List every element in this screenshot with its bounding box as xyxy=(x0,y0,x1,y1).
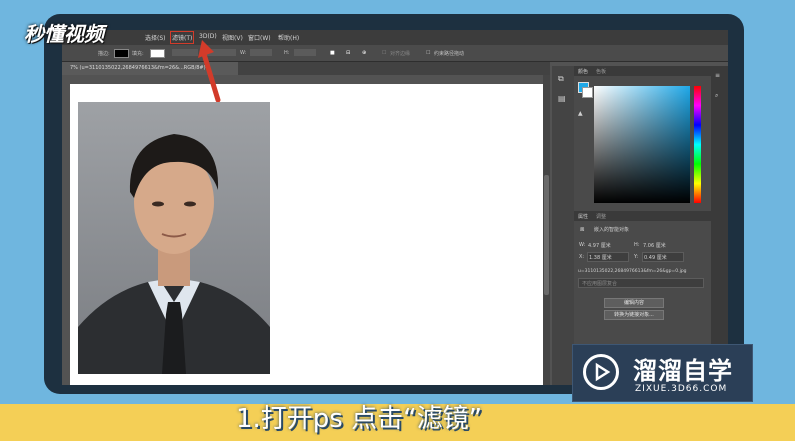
layer-type-label: 嵌入的智能对象 xyxy=(594,227,630,233)
prop-h-label: H: xyxy=(634,242,640,248)
prop-y-label: Y: xyxy=(634,254,639,260)
align-edges-checkbox[interactable]: ☐ xyxy=(382,50,386,56)
properties-panel-header: 属性 调整 xyxy=(574,211,711,221)
video-logo-watermark: 秒懂视频 xyxy=(24,22,104,46)
constrain-path-checkbox[interactable]: ☐ xyxy=(426,50,430,56)
convert-to-linked-button[interactable]: 转换为链接对象... xyxy=(604,310,664,320)
brand-url: ZIXUE.3D66.COM xyxy=(635,384,728,394)
menu-filter[interactable]: 滤镜(T) xyxy=(169,31,195,44)
annotation-arrow xyxy=(198,40,221,102)
path-align-icon[interactable]: ⊟ xyxy=(346,50,350,56)
path-arrange-icon[interactable]: ⊕ xyxy=(362,50,366,56)
tab-adjustments[interactable]: 调整 xyxy=(596,213,606,220)
prop-x-value: 1.38 厘米 xyxy=(589,255,612,261)
prop-w-label: W: xyxy=(579,242,586,248)
search-icon[interactable]: ⌕ xyxy=(715,92,718,100)
history-icon[interactable]: ⧉ xyxy=(558,74,564,84)
tab-properties[interactable]: 属性 xyxy=(578,213,588,220)
align-edges-label: 对齐边缘 xyxy=(390,51,411,57)
portrait-photo[interactable] xyxy=(78,102,270,374)
smart-object-icon: ⧈ xyxy=(580,225,585,233)
document-tab-title: 7% (u=3110135022,2684976613&fm=26&...RGB… xyxy=(70,65,210,71)
panel-icon-strip: ⧉ ▤ xyxy=(552,66,574,385)
w-field[interactable] xyxy=(250,49,272,56)
color-panel-header: 颜色 色板 xyxy=(574,66,711,76)
background-color-swatch[interactable] xyxy=(582,87,593,98)
w-label: W: xyxy=(240,50,247,56)
constrain-path-label: 约束路径拖动 xyxy=(434,51,465,57)
right-panel: 颜色 色板 ▲ 属性 调整 ⧈ 嵌入的智能对象 W: 4.97 厘米 H: 7.… xyxy=(574,66,711,385)
stroke-label: 描边: xyxy=(98,51,110,57)
options-bar: 描边: 填充: W: H: ■ ⊟ ⊕ ☐ 对齐边缘 ☐ 约束路径拖动 xyxy=(62,45,728,62)
path-ops-icon[interactable]: ■ xyxy=(330,50,335,56)
prop-h-value[interactable]: 7.06 厘米 xyxy=(643,242,666,249)
h-field[interactable] xyxy=(294,49,316,56)
hue-slider[interactable] xyxy=(694,86,701,203)
layers-icon[interactable]: ▤ xyxy=(558,94,566,103)
linked-filename: u=3110135022,2684976613&fm=26&gp=0.jpg xyxy=(578,269,687,274)
menu-select[interactable]: 选择(S) xyxy=(145,33,166,42)
prop-x-label: X: xyxy=(579,254,585,260)
scrollbar-thumb[interactable] xyxy=(544,175,549,295)
color-picker-field[interactable] xyxy=(594,86,690,203)
stroke-swatch[interactable] xyxy=(114,49,129,58)
menu-3d[interactable]: 3D(D) xyxy=(199,33,217,40)
fill-swatch[interactable] xyxy=(150,49,165,58)
h-label: H: xyxy=(284,50,290,56)
photoshop-window: 选择(S) 滤镜(T) 3D(D) 视图(V) 窗口(W) 帮助(H) 描边: … xyxy=(62,30,728,385)
gamut-warning-icon: ▲ xyxy=(578,110,583,117)
menu-view[interactable]: 视图(V) xyxy=(222,33,243,42)
collapsed-panel-icon[interactable]: ≡ xyxy=(715,72,720,79)
document-tab-bar: 7% (u=3110135022,2684976613&fm=26&...RGB… xyxy=(62,62,550,75)
tab-swatches[interactable]: 色板 xyxy=(596,68,606,75)
layer-comp-value: 不应用图层复合 xyxy=(582,281,618,287)
menu-help[interactable]: 帮助(H) xyxy=(278,33,299,42)
menu-window[interactable]: 窗口(W) xyxy=(248,33,271,42)
stroke-width-field[interactable] xyxy=(172,49,198,56)
portrait-illustration xyxy=(78,102,270,374)
collapsed-panel-strip: ≡ ⌕ xyxy=(711,66,728,385)
edit-contents-button[interactable]: 编辑内容 xyxy=(604,298,664,308)
play-logo-icon xyxy=(583,354,619,390)
tutorial-caption: 1.打开ps 点击“滤镜” xyxy=(236,404,483,434)
menu-bar: 选择(S) 滤镜(T) 3D(D) 视图(V) 窗口(W) 帮助(H) xyxy=(62,30,728,45)
prop-w-value[interactable]: 4.97 厘米 xyxy=(588,242,611,249)
prop-y-value: 0.49 厘米 xyxy=(644,255,667,261)
canvas-scrollbar[interactable] xyxy=(543,75,550,385)
brand-name: 溜溜自学 xyxy=(633,357,733,385)
fill-label: 填充: xyxy=(132,51,144,57)
brand-badge: 溜溜自学 ZIXUE.3D66.COM xyxy=(572,344,753,402)
tab-color[interactable]: 颜色 xyxy=(578,68,588,75)
